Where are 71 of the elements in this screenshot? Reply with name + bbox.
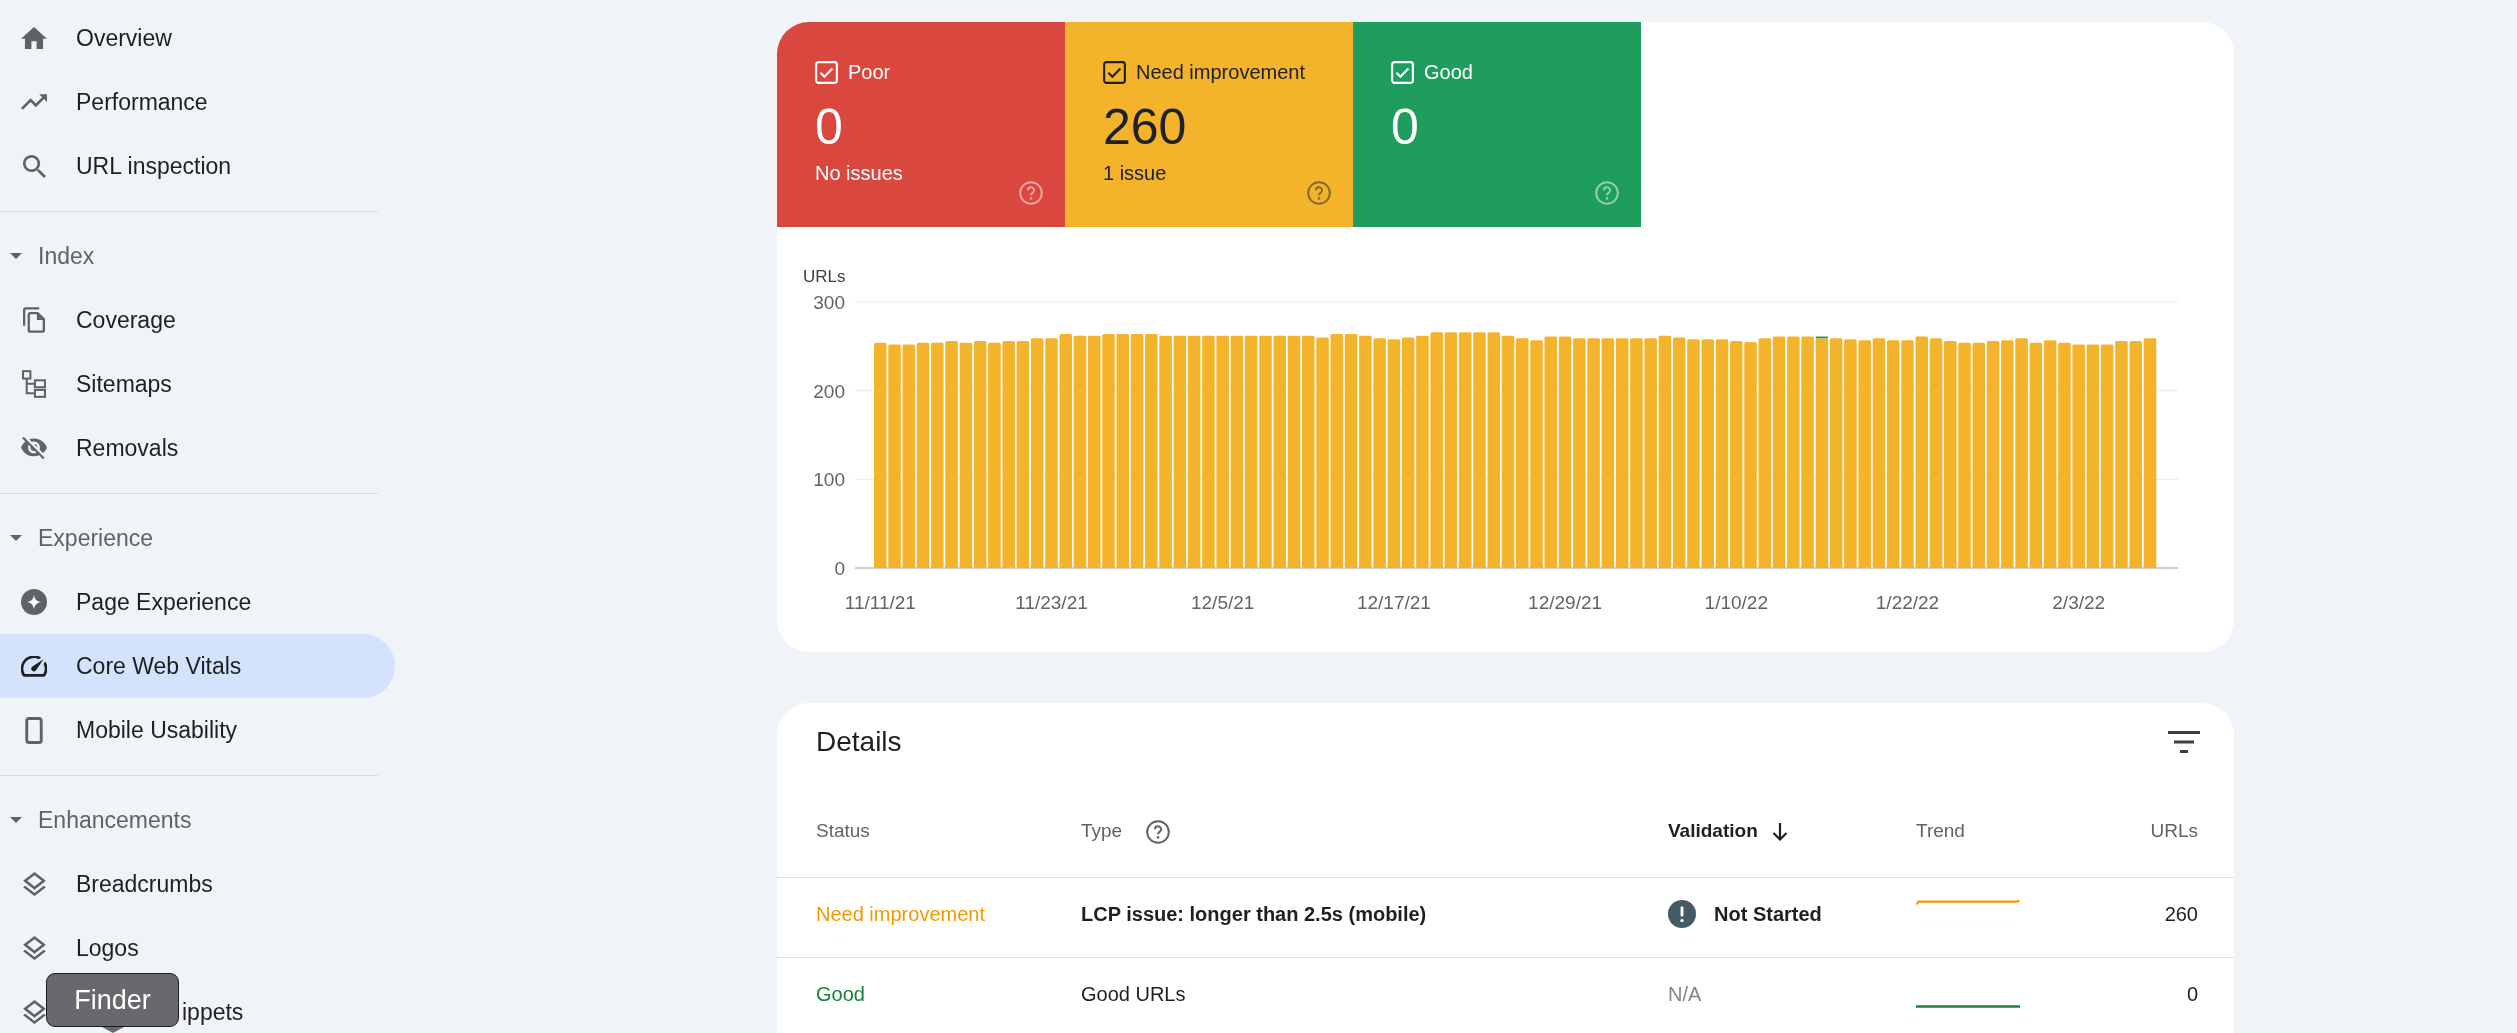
tile-count: 260: [1103, 101, 1187, 153]
tile-count: 0: [815, 101, 843, 153]
validation-text: Not Started: [1714, 901, 1822, 927]
nav-item[interactable]: URL inspection: [0, 134, 395, 198]
layers-icon: [22, 872, 46, 896]
section-header[interactable]: Enhancements: [0, 788, 378, 852]
nav-item[interactable]: Removals: [0, 416, 395, 480]
axis-tick-label: 11/23/21: [1015, 592, 1088, 613]
url-count: 260: [2164, 901, 2198, 927]
arrow-down-icon: [1771, 822, 1788, 841]
section-header[interactable]: Experience: [0, 506, 378, 570]
issue-type-text: Good URLs: [1081, 981, 1186, 1007]
url-count: 0: [2186, 981, 2198, 1007]
axis-title: URLs: [803, 267, 846, 286]
nav-item[interactable]: Overview: [0, 6, 395, 70]
column-header[interactable]: Validation: [1668, 817, 1788, 846]
status-tile[interactable]: Need improvement 260 1 issue: [1065, 22, 1353, 227]
axis-tick-label: 12/5/21: [1191, 592, 1255, 613]
filter-icon[interactable]: [2168, 731, 2200, 753]
axis-tick-label: 1/10/22: [1704, 592, 1768, 613]
status-text: Good: [816, 981, 865, 1007]
nav-item[interactable]: Page Experience: [0, 570, 395, 634]
nav-item[interactable]: Performance: [0, 70, 395, 134]
nav-item[interactable]: Breadcrumbs: [0, 852, 395, 916]
layers-icon: [22, 1000, 46, 1024]
axis-tick-label: 300: [813, 292, 845, 313]
tile-label: Poor: [848, 60, 891, 84]
section-header[interactable]: Index: [0, 224, 378, 288]
phone-icon: [25, 716, 43, 744]
tile-note: 1 issue: [1103, 161, 1167, 185]
search-icon: [22, 154, 46, 178]
column-header[interactable]: URLs: [2150, 817, 2198, 846]
tile-count: 0: [1391, 101, 1419, 153]
help-icon[interactable]: [1146, 819, 1171, 844]
nav-item[interactable]: Sitemaps: [0, 352, 395, 416]
axis-tick-label: 12/17/21: [1356, 592, 1431, 613]
issue-type-text: LCP issue: longer than 2.5s (mobile): [1081, 901, 1427, 927]
caret-icon: [10, 817, 22, 823]
speedometer-icon: [21, 655, 47, 677]
sitemap-icon: [22, 370, 46, 398]
tooltip: Finder: [46, 973, 179, 1033]
tile-label: Good: [1424, 60, 1473, 84]
validation-text: N/A: [1668, 981, 1702, 1007]
documents-icon: [23, 307, 45, 333]
column-header[interactable]: Trend: [1916, 817, 1965, 846]
sparkle-circle-icon: [21, 589, 47, 615]
axis-tick-label: 11/11/21: [844, 592, 916, 613]
axis-tick-label: 200: [813, 380, 845, 402]
nav-item[interactable]: Mobile Usability: [0, 698, 395, 762]
nav-item[interactable]: Core Web Vitals: [0, 634, 395, 698]
layers-icon: [22, 936, 46, 960]
tile-label: Need improvement: [1136, 60, 1305, 84]
caret-icon: [10, 253, 22, 259]
details-title: Details: [816, 725, 902, 759]
home-icon: [21, 27, 47, 49]
column-header[interactable]: Status: [816, 817, 870, 846]
checkbox-icon[interactable]: [1103, 60, 1126, 84]
nav-item[interactable]: Coverage: [0, 288, 395, 352]
axis-tick-label: 2/3/22: [2052, 592, 2106, 613]
axis-tick-label: 12/29/21: [1528, 592, 1603, 613]
axis-tick-label: 1/22/22: [1875, 592, 1940, 613]
status-text: Need improvement: [816, 901, 985, 927]
nav-item[interactable]: ippets: [182, 980, 256, 1033]
axis-tick-label: 100: [813, 469, 845, 491]
trending-up-icon: [21, 94, 47, 110]
axis-tick-label: 0: [834, 558, 845, 579]
column-header[interactable]: Type: [1081, 817, 1171, 846]
caret-icon: [10, 535, 22, 541]
exclamation-icon: [1668, 899, 1696, 928]
crossed-eye-icon: [21, 436, 47, 460]
tile-note: No issues: [815, 161, 903, 185]
